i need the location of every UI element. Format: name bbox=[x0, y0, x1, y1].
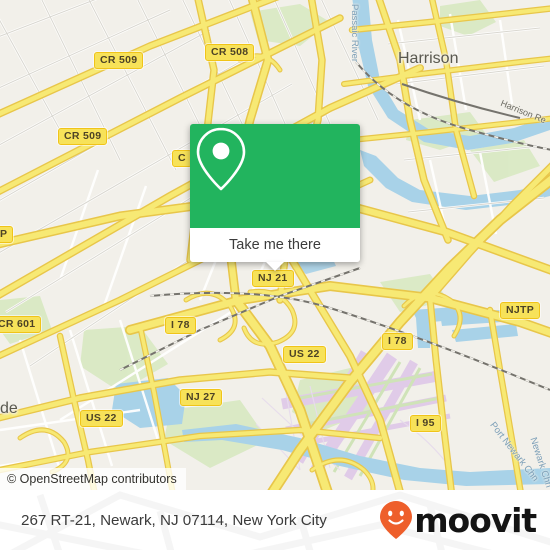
location-popup-card[interactable]: Take me there bbox=[190, 124, 360, 271]
highway-shield: I 78 bbox=[165, 317, 196, 334]
moovit-brand: moovit bbox=[379, 500, 537, 540]
place-label-partial: de bbox=[0, 400, 18, 417]
place-label-harrison: Harrison bbox=[398, 50, 459, 67]
highway-shield: NJ 27 bbox=[180, 389, 222, 406]
highway-shield: P bbox=[0, 226, 14, 243]
water-label-passaic-river: Passaic River bbox=[349, 4, 360, 63]
popup-card-header bbox=[190, 124, 360, 228]
footer-bar: 267 RT-21, Newark, NJ 07114, New York Ci… bbox=[0, 490, 550, 550]
highway-shield: US 22 bbox=[80, 410, 123, 427]
highway-shield: I 78 bbox=[382, 333, 413, 350]
map-canvas[interactable]: CR 509 CR 508 CR 509 C P NJ 21 CR 601 I … bbox=[0, 0, 550, 490]
moovit-wordmark: moovit bbox=[414, 500, 537, 540]
highway-shield: CR 601 bbox=[0, 316, 42, 333]
highway-shield: C bbox=[172, 150, 192, 167]
moovit-smiley-pin-icon bbox=[380, 501, 413, 539]
take-me-there-label: Take me there bbox=[229, 237, 321, 253]
map-attribution[interactable]: © OpenStreetMap contributors bbox=[0, 468, 186, 490]
highway-shield: NJ 21 bbox=[252, 270, 294, 287]
highway-shield: I 95 bbox=[410, 415, 441, 432]
address-label: 267 RT-21, Newark, NJ 07114, New York Ci… bbox=[21, 511, 327, 529]
highway-shield: CR 509 bbox=[58, 128, 108, 145]
attribution-text: © OpenStreetMap contributors bbox=[7, 472, 177, 486]
map-pin-icon bbox=[196, 127, 246, 191]
highway-shield: CR 509 bbox=[94, 52, 144, 69]
map-screenshot: CR 509 CR 508 CR 509 C P NJ 21 CR 601 I … bbox=[0, 0, 550, 550]
highway-shield: NJTP bbox=[500, 302, 541, 319]
popup-card-pointer bbox=[266, 262, 284, 271]
highway-shield: CR 508 bbox=[205, 44, 255, 61]
highway-shield: US 22 bbox=[283, 346, 326, 363]
popup-card-action[interactable]: Take me there bbox=[190, 228, 360, 262]
